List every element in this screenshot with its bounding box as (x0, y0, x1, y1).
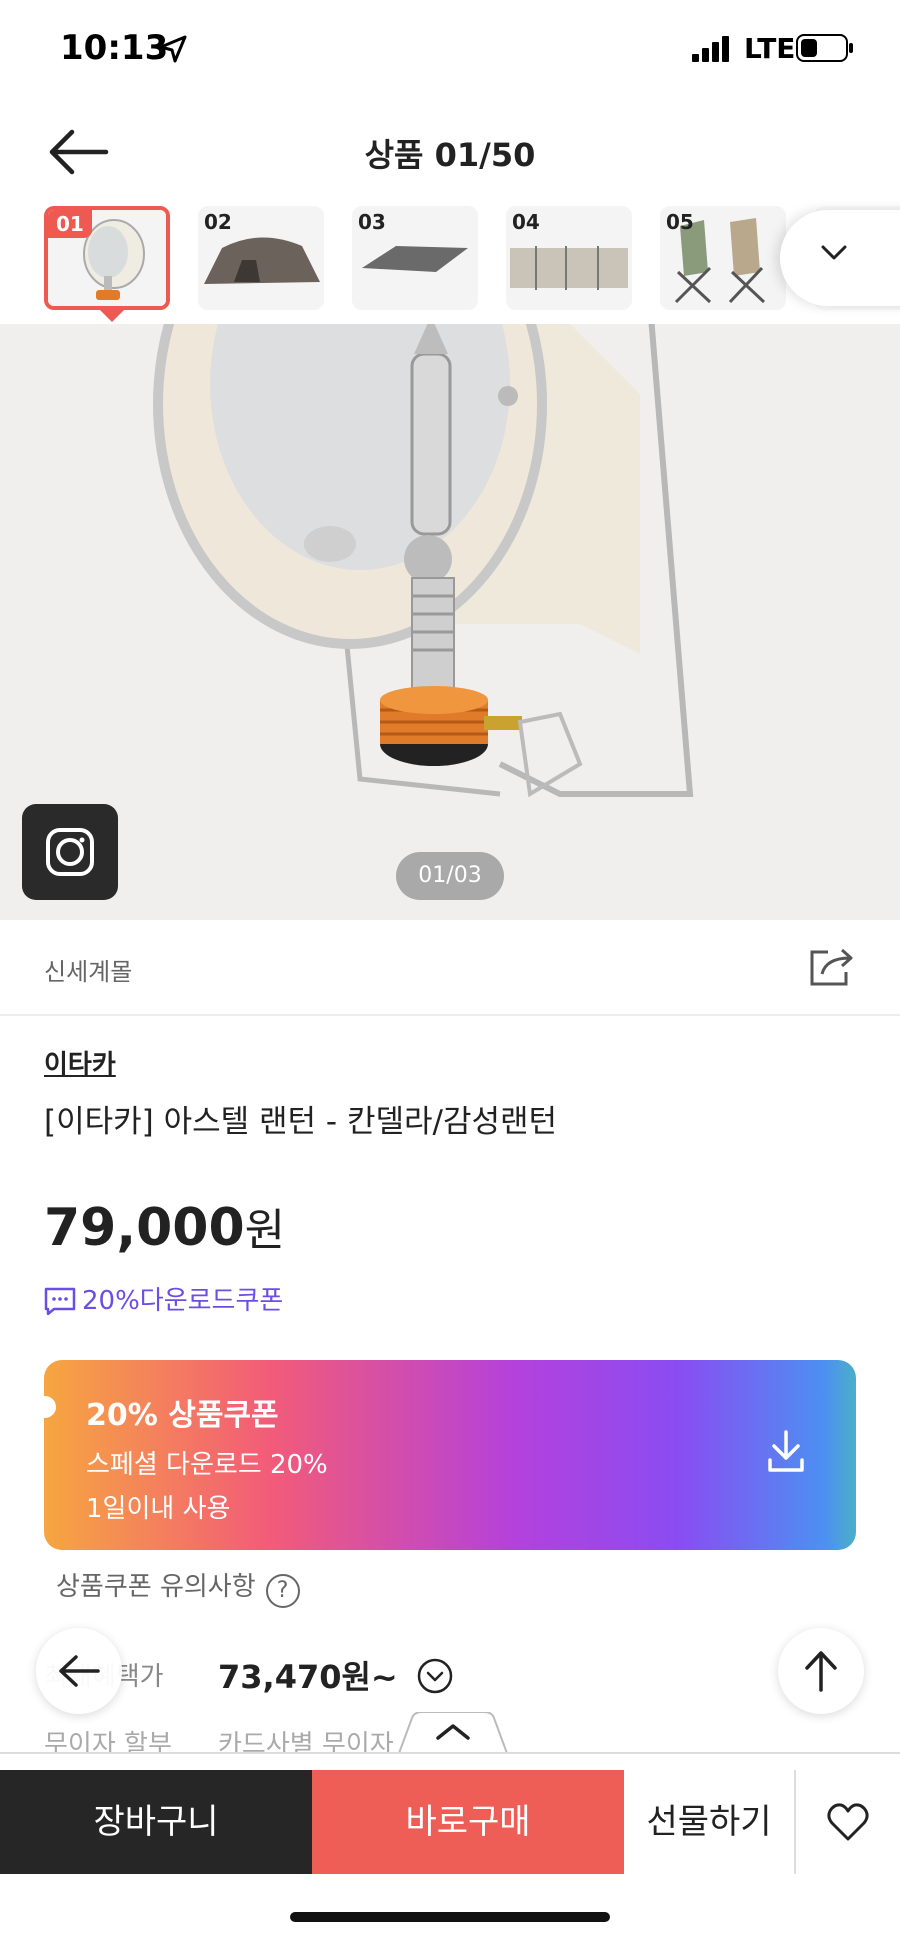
arrow-up-icon (805, 1651, 837, 1692)
expand-thumbnails-button[interactable] (780, 210, 900, 306)
wishlist-button[interactable] (796, 1770, 900, 1874)
coupon-title: 20% 상품쿠폰 (86, 1398, 279, 1433)
thumbnail-2[interactable]: 02 (198, 206, 324, 310)
home-indicator (290, 1912, 610, 1922)
location-arrow-icon (159, 35, 187, 63)
coupon-link-label: 20%다운로드쿠폰 (82, 1286, 284, 1316)
product-name: [이타카] 아스텔 랜턴 - 칸델라/감성랜턴 (44, 1104, 558, 1140)
coupon-usage: 1일이내 사용 (86, 1494, 231, 1524)
arrow-left-icon (59, 1655, 100, 1687)
coupon-notice[interactable]: 상품쿠폰 유의사항? (56, 1566, 300, 1608)
status-time: 10:13 (60, 28, 169, 68)
thumbnail-number: 03 (358, 210, 386, 234)
thumbnail-4[interactable]: 04 (506, 206, 632, 310)
help-icon[interactable]: ? (265, 1574, 300, 1608)
active-thumb-pointer (100, 310, 124, 322)
seller-row: 신세계몰 (0, 920, 900, 1016)
status-bar: 10:13 LTE (0, 0, 900, 96)
seller-name[interactable]: 신세계몰 (44, 952, 132, 987)
page-title: 상품 01/50 (364, 136, 536, 174)
thumbnail-number: 01 (48, 210, 92, 238)
download-icon[interactable] (766, 1428, 806, 1474)
bottom-action-bar: 장바구니 바로구매 선물하기 (0, 1752, 900, 1874)
cart-button[interactable]: 장바구니 (0, 1770, 312, 1874)
benefit-value[interactable]: 73,470원~ (218, 1652, 453, 1698)
thumbnail-3[interactable]: 03 (352, 206, 478, 310)
instagram-button[interactable] (22, 804, 118, 900)
chevron-down-circle-icon[interactable] (417, 1658, 453, 1694)
chat-coupon-icon (44, 1287, 76, 1316)
gift-button[interactable]: 선물하기 (624, 1770, 796, 1874)
thumbnail-number: 05 (666, 210, 694, 234)
benefit-price: 73,470원~ (218, 1658, 398, 1696)
coupon-subtitle: 스페셜 다운로드 20% (86, 1450, 328, 1480)
lantern-image (0, 324, 900, 920)
brand-link[interactable]: 이타카 (44, 1044, 116, 1081)
chevron-down-icon (821, 245, 847, 260)
image-counter: 01/03 (396, 852, 504, 900)
network-label: LTE (744, 32, 796, 65)
battery-icon (796, 34, 853, 62)
thumbnail-number: 04 (512, 210, 540, 234)
price-unit: 원 (244, 1205, 286, 1256)
product-price: 79,000원 (44, 1194, 285, 1258)
thumbnail-strip[interactable]: 01 02 03 04 05 (0, 200, 900, 324)
thumbnail-1[interactable]: 01 (44, 206, 170, 310)
heart-icon (827, 1803, 869, 1841)
price-value: 79,000 (44, 1198, 245, 1258)
thumbnail-number: 02 (204, 210, 232, 234)
chevron-up-tab[interactable] (398, 1712, 508, 1756)
signal-icon (692, 36, 729, 62)
header: 상품 01/50 (0, 96, 900, 206)
scroll-top-button[interactable] (778, 1628, 864, 1714)
buy-now-button[interactable]: 바로구매 (312, 1770, 624, 1874)
back-fab-button[interactable] (36, 1628, 122, 1714)
coupon-link[interactable]: 20%다운로드쿠폰 (44, 1280, 283, 1317)
coupon-notch (44, 1396, 56, 1418)
thumbnail-5[interactable]: 05 (660, 206, 786, 310)
coupon-card[interactable]: 20% 상품쿠폰 스페셜 다운로드 20% 1일이내 사용 (44, 1360, 856, 1550)
notice-label: 상품쿠폰 유의사항 (56, 1572, 256, 1602)
instagram-icon (46, 828, 94, 876)
share-icon[interactable] (808, 946, 856, 988)
product-image[interactable]: 01/03 (0, 324, 900, 920)
